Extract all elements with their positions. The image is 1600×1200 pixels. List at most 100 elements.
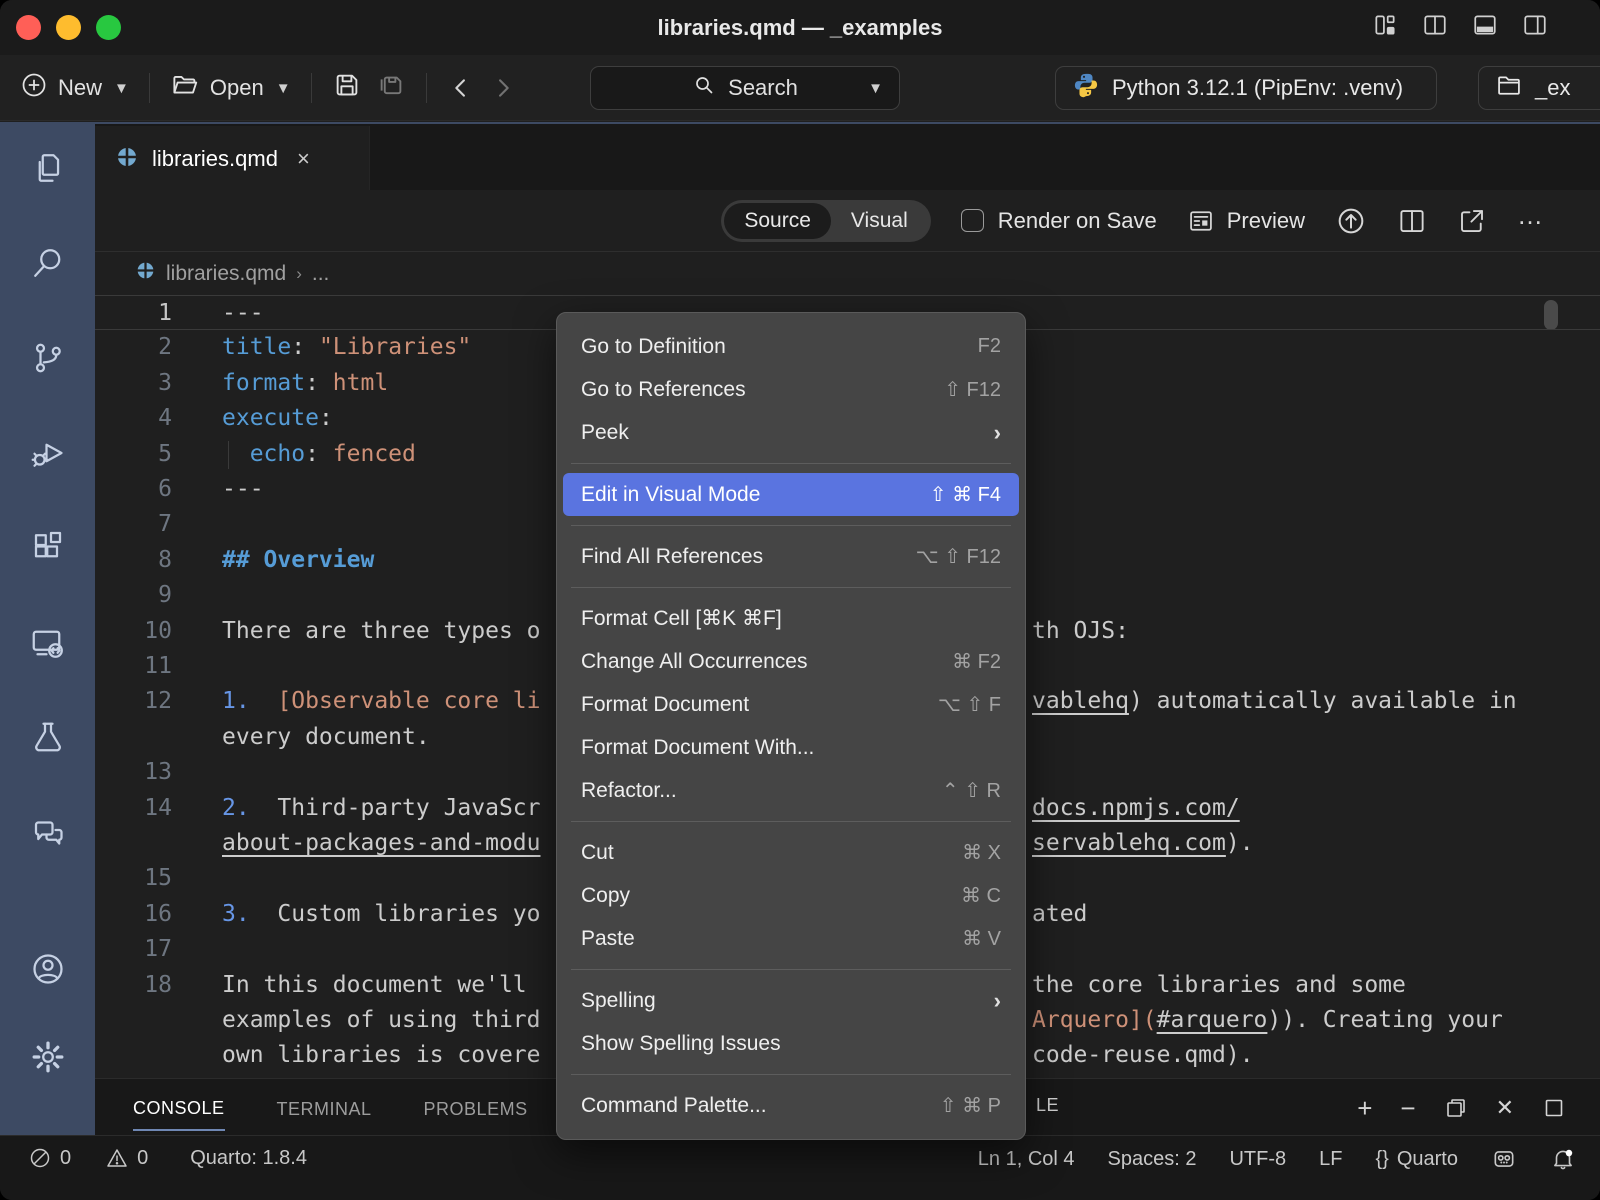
source-mode-button[interactable]: Source: [724, 203, 831, 239]
line-number: 14: [95, 791, 172, 826]
panel-minimize-icon[interactable]: −: [1400, 1095, 1415, 1121]
line-number: 9: [95, 578, 172, 613]
interpreter-label: Python 3.12.1 (PipEnv: .venv): [1112, 75, 1403, 101]
project-folder-icon: [1495, 71, 1523, 105]
menu-item-peek[interactable]: Peek›: [563, 411, 1019, 454]
code-fragment-right: Arquero](#arquero)). Creating your: [1032, 1003, 1503, 1038]
menu-item-paste[interactable]: Paste⌘ V: [563, 917, 1019, 960]
panel-restore-icon[interactable]: [1444, 1096, 1468, 1120]
line-number: 8: [95, 543, 172, 578]
menu-item-refactor[interactable]: Refactor...⌃ ⇧ R: [563, 769, 1019, 812]
menu-item-format-cell-k-f[interactable]: Format Cell [⌘K ⌘F]: [563, 597, 1019, 640]
breadcrumb-ellipsis[interactable]: ...: [312, 262, 330, 286]
menu-item-show-spelling-issues[interactable]: Show Spelling Issues: [563, 1022, 1019, 1065]
eol-status[interactable]: LF: [1319, 1148, 1342, 1171]
source-control-icon[interactable]: [24, 334, 72, 382]
positron-window: libraries.qmd — _examples New ▼ Open ▼: [0, 0, 1600, 1200]
save-all-button[interactable]: [376, 70, 406, 106]
language-mode-status[interactable]: {} Quarto: [1375, 1148, 1458, 1171]
customize-layout-icon[interactable]: [1372, 12, 1398, 38]
panel-tab-console[interactable]: CONSOLE: [133, 1084, 225, 1131]
line-number: 4: [95, 401, 172, 436]
menu-item-spelling[interactable]: Spelling›: [563, 979, 1019, 1022]
open-button[interactable]: Open ▼: [170, 70, 291, 106]
menu-item-go-to-definition[interactable]: Go to DefinitionF2: [563, 325, 1019, 368]
panel-tab-terminal[interactable]: TERMINAL: [277, 1085, 372, 1130]
menu-separator: [571, 463, 1011, 464]
menu-item-go-to-references[interactable]: Go to References⇧ F12: [563, 368, 1019, 411]
panel-tab-problems[interactable]: PROBLEMS: [424, 1085, 528, 1130]
menu-separator: [571, 587, 1011, 588]
open-in-new-window-icon[interactable]: [1457, 206, 1487, 236]
panel-tab-clipped[interactable]: LE: [1036, 1095, 1059, 1116]
problems-status[interactable]: 0 0: [28, 1146, 148, 1170]
source-visual-toggle[interactable]: Source Visual: [721, 200, 930, 242]
line-number: 13: [95, 755, 172, 790]
toggle-panel-icon[interactable]: [1472, 12, 1498, 38]
menu-item-cut[interactable]: Cut⌘ X: [563, 831, 1019, 874]
new-plus-icon: [20, 71, 48, 105]
panel-close-icon[interactable]: ✕: [1496, 1097, 1514, 1119]
preview-label[interactable]: Preview: [1227, 208, 1305, 234]
menu-item-change-all-occurrences[interactable]: Change All Occurrences⌘ F2: [563, 640, 1019, 683]
extensions-icon[interactable]: [24, 524, 72, 572]
menu-item-format-document[interactable]: Format Document⌥ ⇧ F: [563, 683, 1019, 726]
tab-label: libraries.qmd: [152, 146, 278, 172]
quarto-version-status[interactable]: Quarto: 1.8.4: [190, 1147, 307, 1170]
chat-icon[interactable]: [24, 809, 72, 857]
error-icon: [28, 1146, 52, 1170]
quarto-file-icon: [135, 260, 156, 287]
panel-layout-icon[interactable]: [1542, 1096, 1566, 1120]
feedback-robot-icon[interactable]: [1491, 1146, 1517, 1172]
menu-separator: [571, 821, 1011, 822]
run-debug-icon[interactable]: [24, 429, 72, 477]
quarto-file-icon: [115, 145, 139, 174]
toggle-secondary-sidebar-icon[interactable]: [1522, 12, 1548, 38]
menu-item-command-palette[interactable]: Command Palette...⇧ ⌘ P: [563, 1084, 1019, 1127]
render-icon[interactable]: [1335, 205, 1367, 237]
account-icon[interactable]: [24, 945, 72, 993]
line-number: 3: [95, 366, 172, 401]
new-dropdown-caret: ▼: [114, 80, 129, 97]
split-editor-layout-icon[interactable]: [1422, 12, 1448, 38]
line-number: 1: [95, 296, 172, 331]
search-sidebar-icon[interactable]: [24, 239, 72, 287]
explorer-icon[interactable]: [24, 144, 72, 192]
breadcrumb[interactable]: libraries.qmd › ...: [95, 252, 1600, 295]
visual-mode-button[interactable]: Visual: [831, 203, 928, 239]
save-button[interactable]: [332, 70, 362, 106]
remote-explorer-icon[interactable]: [24, 619, 72, 667]
encoding-status[interactable]: UTF-8: [1229, 1148, 1286, 1171]
search-icon: [692, 73, 716, 103]
cursor-position-status[interactable]: Ln 1, Col 4: [978, 1148, 1075, 1171]
tab-close-icon[interactable]: ×: [297, 146, 310, 172]
menu-item-find-all-references[interactable]: Find All References⌥ ⇧ F12: [563, 535, 1019, 578]
line-number: 11: [95, 649, 172, 684]
interpreter-selector[interactable]: Python 3.12.1 (PipEnv: .venv): [1055, 66, 1437, 110]
search-input[interactable]: Search ▼: [590, 66, 900, 110]
indentation-status[interactable]: Spaces: 2: [1108, 1148, 1197, 1171]
more-actions-icon[interactable]: …: [1517, 210, 1545, 232]
testing-icon[interactable]: [24, 714, 72, 762]
line-number: 2: [95, 330, 172, 365]
code-fragment-right: th OJS:: [1032, 614, 1129, 649]
new-button[interactable]: New ▼: [20, 71, 129, 105]
breadcrumb-file[interactable]: libraries.qmd: [166, 262, 286, 286]
menu-item-format-document-with[interactable]: Format Document With...: [563, 726, 1019, 769]
menu-item-edit-in-visual-mode[interactable]: Edit in Visual Mode⇧ ⌘ F4: [563, 473, 1019, 516]
back-button[interactable]: [447, 74, 475, 102]
tab-libraries-qmd[interactable]: libraries.qmd ×: [95, 126, 370, 192]
titlebar: libraries.qmd — _examples: [0, 0, 1600, 55]
panel-plus-icon[interactable]: +: [1357, 1095, 1372, 1121]
forward-arrow-icon: [489, 74, 517, 102]
project-selector[interactable]: _ex: [1478, 66, 1600, 110]
notifications-bell-icon[interactable]: [1550, 1146, 1576, 1172]
line-number: 15: [95, 861, 172, 896]
settings-gear-icon[interactable]: [24, 1033, 72, 1081]
forward-button[interactable]: [489, 74, 517, 102]
render-on-save-checkbox[interactable]: [961, 209, 984, 232]
line-number: 16: [95, 897, 172, 932]
split-editor-icon[interactable]: [1397, 206, 1427, 236]
search-dropdown-caret[interactable]: ▼: [868, 80, 883, 97]
menu-item-copy[interactable]: Copy⌘ C: [563, 874, 1019, 917]
